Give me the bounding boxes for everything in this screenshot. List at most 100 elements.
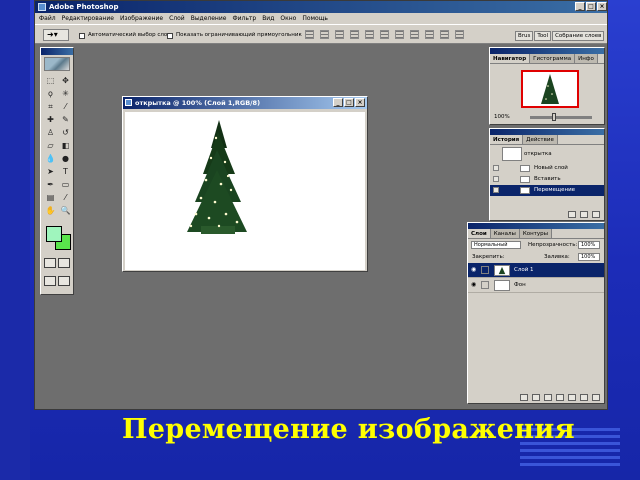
clone-stamp-tool-icon[interactable]: ♙ [44, 127, 57, 138]
layer-row-selected[interactable]: ◉ Слой 1 [468, 263, 604, 278]
layer-link-box[interactable] [481, 281, 489, 289]
tab-actions[interactable]: Действие [523, 135, 558, 144]
dock-tab-layer-comps[interactable]: Собрание слоев [552, 31, 605, 41]
document-minimize-button[interactable]: _ [333, 98, 343, 107]
menu-window[interactable]: Окно [280, 13, 296, 24]
document-canvas[interactable] [125, 112, 365, 270]
move-tool-icon[interactable]: ✥ [59, 75, 72, 86]
history-item-selected[interactable]: Перемещение [490, 185, 604, 196]
crop-tool-icon[interactable]: ⌗ [44, 101, 57, 112]
brush-tool-icon[interactable]: ✎ [59, 114, 72, 125]
new-group-icon[interactable] [568, 394, 576, 401]
notes-tool-icon[interactable]: ▤ [44, 192, 57, 203]
christmas-tree-image[interactable] [181, 118, 251, 240]
new-snapshot-icon[interactable] [580, 211, 588, 218]
menu-view[interactable]: Вид [262, 13, 274, 24]
quick-mask-mode-icon[interactable] [58, 258, 70, 268]
pen-tool-icon[interactable]: ✒ [44, 179, 57, 190]
tab-navigator[interactable]: Навигатор [490, 54, 531, 63]
screen-mode-full-icon[interactable] [58, 276, 70, 286]
adjustment-layer-icon[interactable] [556, 394, 564, 401]
move-tool-preset[interactable]: ➜▾ [43, 29, 69, 41]
history-source-box[interactable] [493, 176, 499, 182]
menu-select[interactable]: Выделение [191, 13, 227, 24]
layer-style-icon[interactable] [532, 394, 540, 401]
slice-tool-icon[interactable]: ⁄ [59, 101, 72, 112]
zoom-slider[interactable] [530, 113, 592, 121]
document-close-button[interactable]: × [355, 98, 365, 107]
history-snapshot[interactable]: открытка [490, 145, 604, 163]
align-right-icon[interactable] [380, 30, 389, 39]
align-hcenter-icon[interactable] [365, 30, 374, 39]
marquee-tool-icon[interactable]: ⬚ [44, 75, 57, 86]
screen-mode-standard-icon[interactable] [44, 276, 56, 286]
history-source-box[interactable] [493, 187, 499, 193]
healing-brush-tool-icon[interactable]: ✚ [44, 114, 57, 125]
menu-help[interactable]: Помощь [302, 13, 328, 24]
tab-history[interactable]: История [490, 135, 524, 144]
type-tool-icon[interactable]: T [59, 166, 72, 177]
distribute-left-icon[interactable] [440, 30, 449, 39]
visibility-eye-icon[interactable]: ◉ [471, 267, 477, 273]
gradient-tool-icon[interactable]: ◧ [59, 140, 72, 151]
close-button[interactable]: × [597, 2, 607, 11]
foreground-color-swatch[interactable] [46, 226, 62, 242]
distribute-center-icon[interactable] [410, 30, 419, 39]
auto-select-checkbox[interactable] [79, 33, 85, 39]
delete-layer-icon[interactable] [592, 394, 600, 401]
standard-mode-icon[interactable] [44, 258, 56, 268]
fill-field[interactable]: 100% [578, 253, 600, 261]
menu-image[interactable]: Изображение [120, 13, 163, 24]
history-brush-tool-icon[interactable]: ↺ [59, 127, 72, 138]
shape-tool-icon[interactable]: ▭ [59, 179, 72, 190]
magic-wand-tool-icon[interactable]: ✳ [59, 88, 72, 99]
history-source-box[interactable] [493, 165, 499, 171]
delete-state-icon[interactable] [592, 211, 600, 218]
lasso-tool-icon[interactable]: ϙ [44, 88, 57, 99]
document-maximize-button[interactable]: □ [344, 98, 354, 107]
dock-tab-brushes[interactable]: Brus [515, 31, 534, 41]
layer-brush-icon[interactable] [481, 266, 489, 274]
zoom-tool-icon[interactable]: 🔍 [59, 205, 72, 216]
zoom-value[interactable]: 100% [494, 114, 510, 120]
history-item[interactable]: Новый слой [490, 163, 604, 174]
tab-info[interactable]: Инфо [575, 54, 598, 63]
dock-tab-tool-presets[interactable]: Tool [534, 31, 552, 41]
history-item[interactable]: Вставить [490, 174, 604, 185]
tab-layers[interactable]: Слои [468, 229, 491, 238]
new-document-from-state-icon[interactable] [568, 211, 576, 218]
tab-channels[interactable]: Каналы [490, 229, 520, 238]
tab-histogram[interactable]: Гистограмма [530, 54, 576, 63]
layer-mask-icon[interactable] [544, 394, 552, 401]
blur-tool-icon[interactable]: 💧 [44, 153, 57, 164]
link-layers-icon[interactable] [520, 394, 528, 401]
align-top-icon[interactable] [305, 30, 314, 39]
eraser-tool-icon[interactable]: ▱ [44, 140, 57, 151]
maximize-button[interactable]: □ [586, 2, 596, 11]
navigator-preview[interactable] [521, 70, 579, 108]
new-layer-icon[interactable] [580, 394, 588, 401]
menu-layer[interactable]: Слой [169, 13, 185, 24]
align-bottom-icon[interactable] [335, 30, 344, 39]
eyedropper-tool-icon[interactable]: ⁄ [59, 192, 72, 203]
blend-mode-select[interactable]: Нормальный [471, 241, 521, 249]
menu-filter[interactable]: Фильтр [232, 13, 256, 24]
show-bounds-checkbox[interactable] [167, 33, 173, 39]
hand-tool-icon[interactable]: ✋ [44, 205, 57, 216]
align-vcenter-icon[interactable] [320, 30, 329, 39]
zoom-slider-knob[interactable] [552, 113, 556, 121]
photoshop-logo-icon[interactable] [44, 57, 70, 71]
minimize-button[interactable]: _ [575, 2, 585, 11]
menu-edit[interactable]: Редактирование [62, 13, 114, 24]
visibility-eye-icon[interactable]: ◉ [471, 282, 477, 288]
distribute-right-icon[interactable] [455, 30, 464, 39]
menu-file[interactable]: Файл [39, 13, 56, 24]
opacity-field[interactable]: 100% [578, 241, 600, 249]
tab-paths[interactable]: Контуры [519, 229, 552, 238]
distribute-top-icon[interactable] [395, 30, 404, 39]
distribute-bottom-icon[interactable] [425, 30, 434, 39]
path-selection-tool-icon[interactable]: ➤ [44, 166, 57, 177]
layer-row[interactable]: ◉ Фон [468, 278, 604, 293]
align-left-icon[interactable] [350, 30, 359, 39]
dodge-tool-icon[interactable]: ● [59, 153, 72, 164]
